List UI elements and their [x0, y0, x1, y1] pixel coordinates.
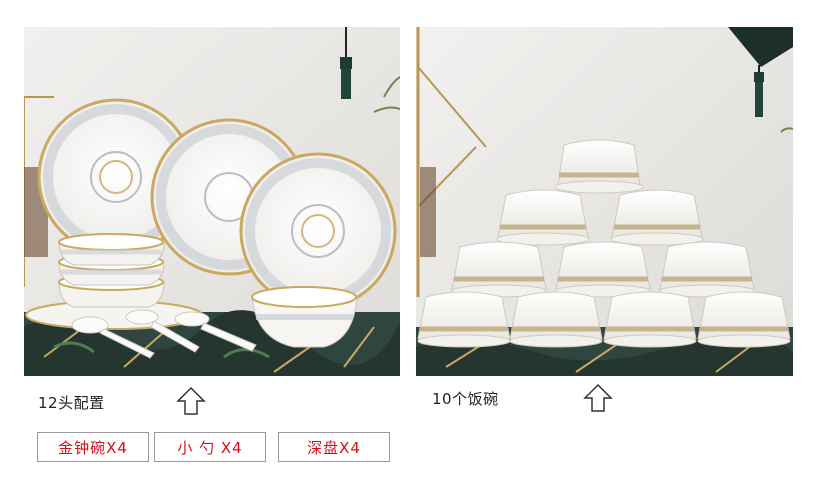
- rice-bowls-photo: [416, 27, 793, 376]
- set-caption: 12头配置: [38, 394, 105, 412]
- tableware-set-photo: [24, 27, 400, 376]
- tag-gold-bowl: 金钟碗X4: [37, 432, 149, 462]
- up-arrow-icon: [176, 386, 206, 416]
- bowls-caption: 10个饭碗: [432, 390, 499, 408]
- tag-small-spoon: 小 勺 X4: [154, 432, 266, 462]
- up-arrow-icon: [583, 383, 613, 413]
- tag-deep-plate: 深盘X4: [278, 432, 390, 462]
